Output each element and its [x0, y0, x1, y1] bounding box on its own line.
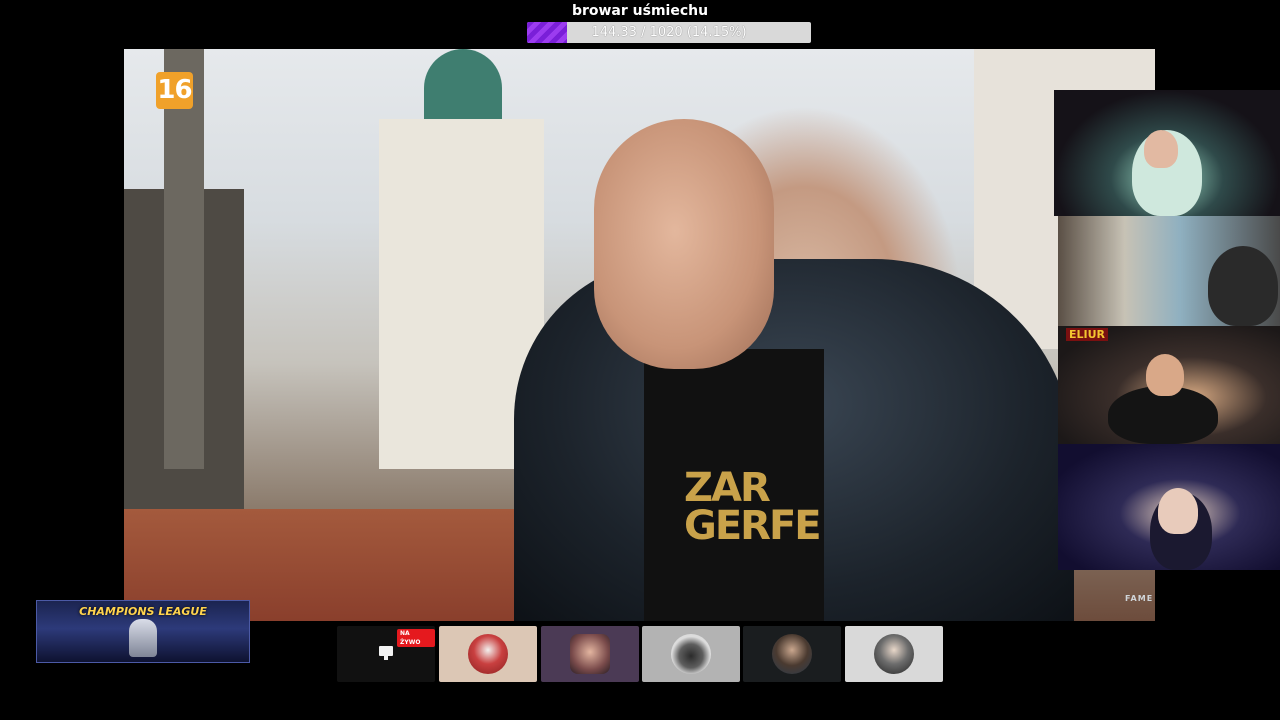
avatar	[468, 634, 508, 674]
thumbnail-participant-1[interactable]	[439, 626, 537, 682]
thumbnail-participant-4[interactable]	[743, 626, 841, 682]
live-badge: NA ŻYWO	[397, 629, 435, 647]
age-rating-badge: 16	[156, 72, 193, 109]
webcam-1-face	[1144, 130, 1178, 168]
shirt-print-line2: GERFE	[684, 503, 822, 549]
shirt-print-line1: ZAR	[684, 465, 771, 511]
webcam-2-person	[1208, 246, 1278, 326]
thumbnail-participant-2[interactable]	[541, 626, 639, 682]
avatar	[570, 634, 610, 674]
avatar	[874, 634, 914, 674]
webcam-4-face	[1158, 488, 1198, 534]
thumbnail-participant-3[interactable]	[642, 626, 740, 682]
tower-dome	[424, 49, 502, 119]
goal-title: browar uśmiechu	[571, 3, 709, 19]
goal-progress-text: 144.33 / 1020 (14.15%)	[591, 25, 747, 40]
fame-watermark: FAME	[1125, 594, 1154, 603]
webcam-3-face	[1146, 354, 1184, 396]
webcam-3-label: ELIUR	[1066, 328, 1109, 341]
presenter-head	[594, 119, 774, 369]
shirt-print: ZAR GERFE	[684, 465, 822, 549]
thumbnail-participant-5[interactable]	[845, 626, 943, 682]
webcam-2[interactable]	[1058, 216, 1280, 326]
champions-league-text: CHAMPIONS LEAGUE	[79, 605, 207, 618]
avatar	[772, 634, 812, 674]
monitor-stand-icon	[384, 656, 388, 660]
thumbnail-screen-share[interactable]: NA ŻYWO	[337, 626, 435, 682]
goal-progress-bar: 144.33 / 1020 (14.15%)	[527, 22, 811, 43]
avatar	[671, 634, 711, 674]
main-video[interactable]: ZAR GERFE 16 FAME	[124, 49, 1155, 621]
webcam-1[interactable]	[1054, 90, 1280, 216]
trophy-icon	[129, 619, 157, 657]
champions-league-overlay: CHAMPIONS LEAGUE	[36, 600, 250, 663]
webcam-4[interactable]	[1058, 444, 1280, 570]
monument-column	[164, 49, 204, 469]
webcam-3[interactable]: ELIUR	[1058, 326, 1280, 444]
monitor-icon	[379, 646, 393, 656]
